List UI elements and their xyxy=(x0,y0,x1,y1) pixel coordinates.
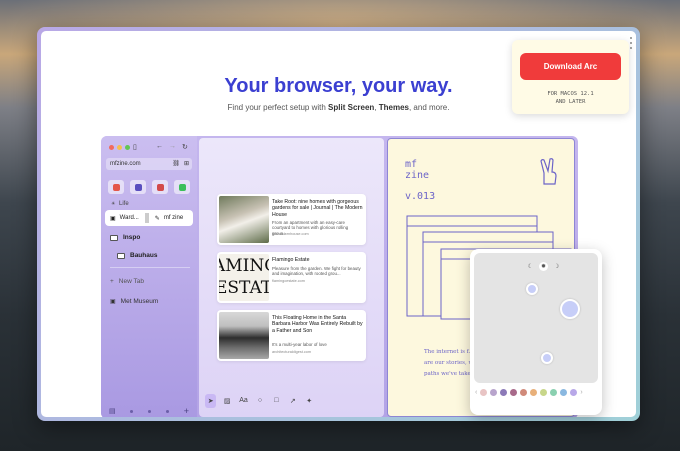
circle-tool-icon[interactable]: ○ xyxy=(254,394,265,408)
color-canvas[interactable]: ☾ ✹ ☽ xyxy=(474,253,598,383)
gmail-favorite-icon[interactable] xyxy=(108,180,124,194)
moon-icon[interactable]: ☾ xyxy=(526,262,535,271)
split-screen-text: Split Screen xyxy=(328,103,375,112)
article-card[interactable]: AMING ESTAT Flamingo Estate Pleasure fro… xyxy=(217,252,366,303)
color-handle[interactable] xyxy=(541,352,553,364)
chevron-right-icon[interactable]: › xyxy=(580,389,582,396)
swatch[interactable] xyxy=(570,389,578,396)
swatch[interactable] xyxy=(520,389,528,396)
swatch[interactable] xyxy=(490,389,498,396)
zine-version: v.013 xyxy=(405,191,436,202)
zoom-dot-icon[interactable] xyxy=(125,145,130,150)
flamingo-estate-thumbnail: AMING ESTAT xyxy=(219,254,269,301)
url-bar[interactable]: mfzine.com ⛓ ⊞ xyxy=(106,158,192,170)
space-dot-icon[interactable] xyxy=(165,409,169,413)
moon-icon[interactable]: ☽ xyxy=(552,262,561,271)
sidebar-toggle-icon[interactable]: ▯ xyxy=(133,143,137,151)
extensions-icon[interactable]: ⊞ xyxy=(184,160,189,167)
calendar-favorite-icon[interactable] xyxy=(130,180,146,194)
text-tool[interactable]: Aa xyxy=(238,394,249,408)
tab-met-museum[interactable]: ▣ Met Museum xyxy=(110,298,158,305)
swatch[interactable] xyxy=(540,389,548,396)
back-arrow-icon[interactable]: ← xyxy=(156,143,163,150)
space-dot-icon[interactable] xyxy=(148,409,152,413)
mf-icon: ✎ xyxy=(154,215,160,222)
link-icon[interactable]: ⛓ xyxy=(172,160,180,167)
article-card[interactable]: Take Root: nine homes with gorgeous gard… xyxy=(217,194,366,245)
color-handle-primary[interactable] xyxy=(560,299,580,319)
library-icon[interactable]: ▤ xyxy=(109,407,116,415)
spotify-favorite-icon[interactable] xyxy=(174,180,190,194)
peace-hand-icon xyxy=(540,158,557,185)
page-icon: ▣ xyxy=(110,215,116,222)
image-tool-icon[interactable]: ▨ xyxy=(221,394,232,408)
hero-title: Your browser, your way. xyxy=(224,75,453,97)
sparkle-tool-icon[interactable]: ✦ xyxy=(304,394,315,408)
swatch[interactable] xyxy=(480,389,488,396)
hero-subtitle: Find your perfect setup with Split Scree… xyxy=(227,103,450,112)
museum-icon: ▣ xyxy=(110,299,116,305)
swatch[interactable] xyxy=(510,389,518,396)
new-tab-button[interactable]: + New Tab xyxy=(110,278,144,285)
sun-icon: ☀ xyxy=(111,201,116,207)
color-swatches: ‹ › xyxy=(475,389,583,396)
arrow-tool-icon[interactable]: ↗ xyxy=(287,394,298,408)
article-card[interactable]: This Floating Home in the Santa Barbara … xyxy=(217,310,366,361)
drawing-toolbar: ➤ ▨ Aa ○ □ ↗ ✦ xyxy=(205,393,315,408)
plus-icon: + xyxy=(110,278,114,285)
sidebar-footer: ▤ + xyxy=(109,406,189,416)
space-label: Life xyxy=(119,201,129,207)
add-space-icon[interactable]: + xyxy=(184,406,189,416)
folder-icon xyxy=(117,252,125,259)
themes-text: Themes xyxy=(378,103,409,112)
swatch[interactable] xyxy=(530,389,538,396)
chevron-left-icon[interactable]: ‹ xyxy=(475,389,477,396)
forward-arrow-icon[interactable]: → xyxy=(169,143,176,150)
floating-home-thumbnail xyxy=(219,312,269,359)
split-view-tab[interactable]: ▣ Ward... ✎ mf zine xyxy=(105,210,193,226)
folder-bauhaus[interactable]: Bauhaus xyxy=(117,252,157,259)
close-dot-icon[interactable] xyxy=(109,145,114,150)
notion-favorite-icon[interactable] xyxy=(152,180,168,194)
window-controls xyxy=(109,145,130,150)
more-options-icon[interactable] xyxy=(629,37,633,49)
swatch[interactable] xyxy=(500,389,508,396)
color-handle[interactable] xyxy=(526,283,538,295)
swatch[interactable] xyxy=(550,389,558,396)
arc-sidebar: ▯ ← → ↻ mfzine.com ⛓ ⊞ ☀ Life ▣ Ward... … xyxy=(101,136,197,417)
reload-icon[interactable]: ↻ xyxy=(182,143,188,151)
appearance-mode-toggle: ☾ ✹ ☽ xyxy=(526,262,561,271)
folder-icon xyxy=(110,234,118,241)
space-dot-icon[interactable] xyxy=(130,409,134,413)
sun-icon[interactable]: ✹ xyxy=(539,262,548,271)
pinned-favorites xyxy=(108,180,190,194)
folder-inspo[interactable]: Inspo xyxy=(110,234,140,241)
split-pane-left: Take Root: nine homes with gorgeous gard… xyxy=(199,138,384,417)
square-tool-icon[interactable]: □ xyxy=(271,394,282,408)
house-thumbnail xyxy=(219,196,269,243)
swatch[interactable] xyxy=(560,389,568,396)
theme-picker-panel: ☾ ✹ ☽ ‹ › xyxy=(470,249,602,415)
zine-logo: mf zine xyxy=(405,159,430,181)
minimize-dot-icon[interactable] xyxy=(117,145,122,150)
pointer-tool-icon[interactable]: ➤ xyxy=(205,393,217,408)
divider xyxy=(110,267,190,268)
